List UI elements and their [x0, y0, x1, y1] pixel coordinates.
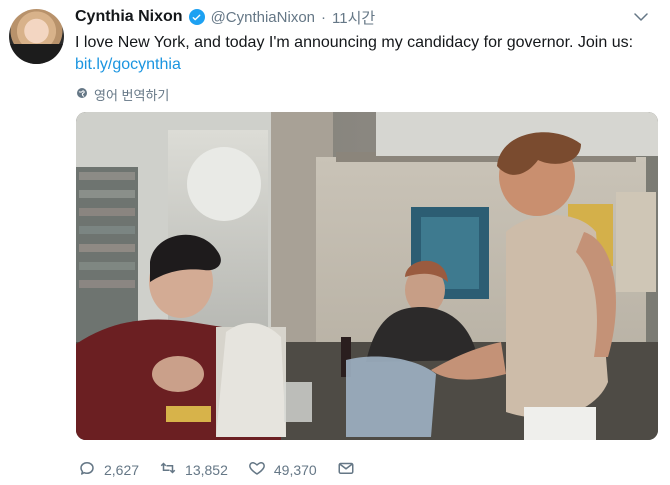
reply-button[interactable]: 2,627 [78, 459, 139, 480]
translate-label: 영어 번역하기 [94, 88, 170, 103]
author-handle[interactable]: @CynthiaNixon [211, 9, 315, 26]
separator-dot: · [321, 8, 326, 26]
translate-button[interactable]: 영어 번역하기 [76, 85, 169, 104]
reply-icon [78, 459, 96, 480]
like-button[interactable]: 49,370 [248, 459, 317, 480]
video-frame [76, 112, 658, 440]
timestamp[interactable]: 11시간 [332, 7, 375, 28]
globe-icon [76, 87, 88, 102]
heart-icon [248, 459, 266, 480]
tweet-text: I love New York, and today I'm announcin… [75, 34, 634, 51]
chevron-down-icon[interactable] [632, 8, 650, 26]
tweet-header: Cynthia Nixon @CynthiaNixon · 11시간 [75, 6, 375, 28]
retweet-icon [159, 459, 177, 480]
tweet-video[interactable] [76, 112, 658, 440]
author-name[interactable]: Cynthia Nixon [75, 8, 183, 26]
tweet-actions: 2,627 13,852 49,370 [78, 459, 355, 480]
tweet-link[interactable]: bit.ly/gocynthia [75, 54, 181, 76]
retweet-count: 13,852 [185, 461, 228, 478]
reply-count: 2,627 [104, 461, 140, 478]
retweet-button[interactable]: 13,852 [159, 459, 228, 480]
envelope-icon [337, 459, 355, 480]
like-count: 49,370 [273, 461, 317, 478]
direct-message-button[interactable] [337, 459, 355, 480]
avatar[interactable] [9, 9, 64, 64]
verified-badge-icon [188, 9, 205, 25]
